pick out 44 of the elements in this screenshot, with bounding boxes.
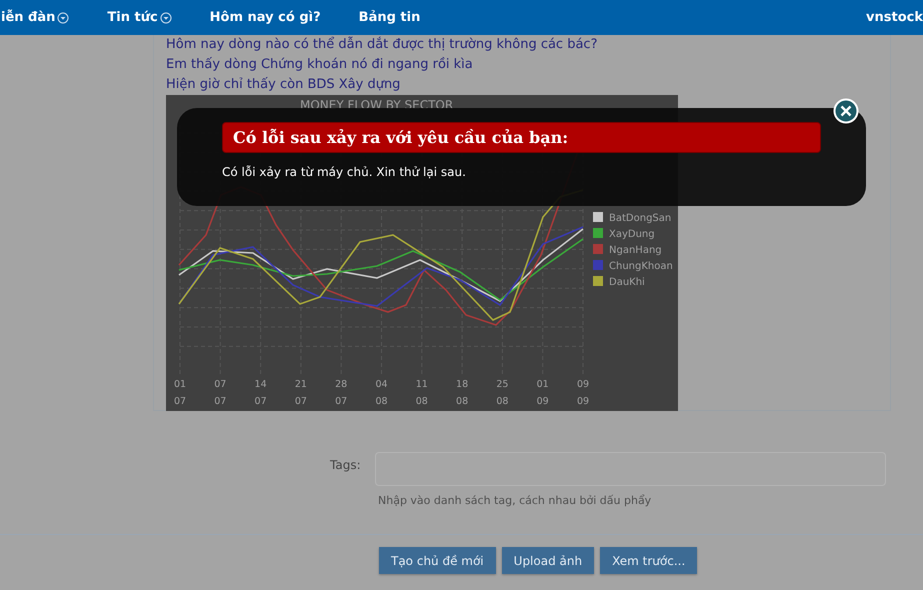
axis-tick-label: 07: [254, 396, 267, 407]
post-text-line: Hôm nay dòng nào có thể dẫn dắt được thị trường không các bác?: [166, 36, 598, 54]
post-text-line: Hiện giờ chỉ thấy còn BDS Xây dựng: [166, 76, 400, 94]
form-button[interactable]: Tạo chủ đề mới: [379, 547, 496, 574]
axis-tick-label: 18: [456, 379, 468, 390]
nav-menu-item[interactable]: Tin tức: [107, 10, 172, 25]
form-button[interactable]: Xem trước...: [600, 547, 698, 574]
error-title: Có lỗi sau xảy ra với yêu cầu của bạn:: [222, 122, 821, 153]
tags-label: Tags:: [330, 457, 361, 474]
axis-tick-label: 25: [496, 379, 508, 390]
axis-tick-label: 08: [375, 396, 388, 407]
tags-hint: Nhập vào danh sách tag, cách nhau bởi dấu phẩy: [378, 494, 652, 507]
axis-tick-label: 01: [536, 379, 549, 390]
axis-tick-label: 21: [294, 379, 307, 390]
axis-tick-label: 14: [254, 379, 267, 390]
legend-label: NganHang: [609, 245, 662, 256]
legend-label: ChungKhoan: [609, 261, 673, 272]
user-menu-item[interactable]: vnstock: [866, 10, 923, 25]
axis-tick-label: 01: [174, 379, 186, 390]
nav-menu-item[interactable]: Bảng tin: [358, 10, 420, 25]
post-text-line: Em thấy dòng Chứng khoán nó đi ngang rồi kìa: [166, 56, 473, 74]
error-message: Có lỗi xảy ra từ máy chủ. Xin thử lại sau.: [222, 165, 466, 179]
close-icon[interactable]: [833, 98, 859, 124]
axis-tick-label: 28: [335, 379, 348, 390]
legend-label: BatDongSan: [609, 213, 672, 224]
axis-tick-label: 09: [576, 379, 590, 390]
axis-tick-label: 07: [174, 396, 186, 407]
axis-tick-label: 09: [536, 396, 549, 407]
axis-tick-label: 04: [375, 379, 388, 390]
chart-title: MONEY FLOW BY SECTOR: [300, 98, 454, 112]
axis-tick-label: 07: [214, 379, 226, 390]
legend-label: DauKhi: [609, 277, 645, 288]
axis-tick-label: 09: [576, 396, 590, 407]
axis-tick-label: 07: [214, 396, 226, 407]
legend-label: XayDung: [609, 229, 655, 240]
axis-tick-label: 08: [456, 396, 468, 407]
axis-tick-label: 08: [416, 396, 428, 407]
axis-tick-label: 08: [496, 396, 508, 407]
axis-tick-label: 07: [294, 396, 307, 407]
axis-tick-label: 11: [416, 379, 428, 390]
nav-menu-item[interactable]: Hôm nay có gì?: [210, 10, 321, 25]
nav-menu-item[interactable]: iễn đàn: [1, 10, 70, 25]
form-button[interactable]: Upload ảnh: [502, 547, 594, 574]
axis-tick-label: 07: [335, 396, 348, 407]
